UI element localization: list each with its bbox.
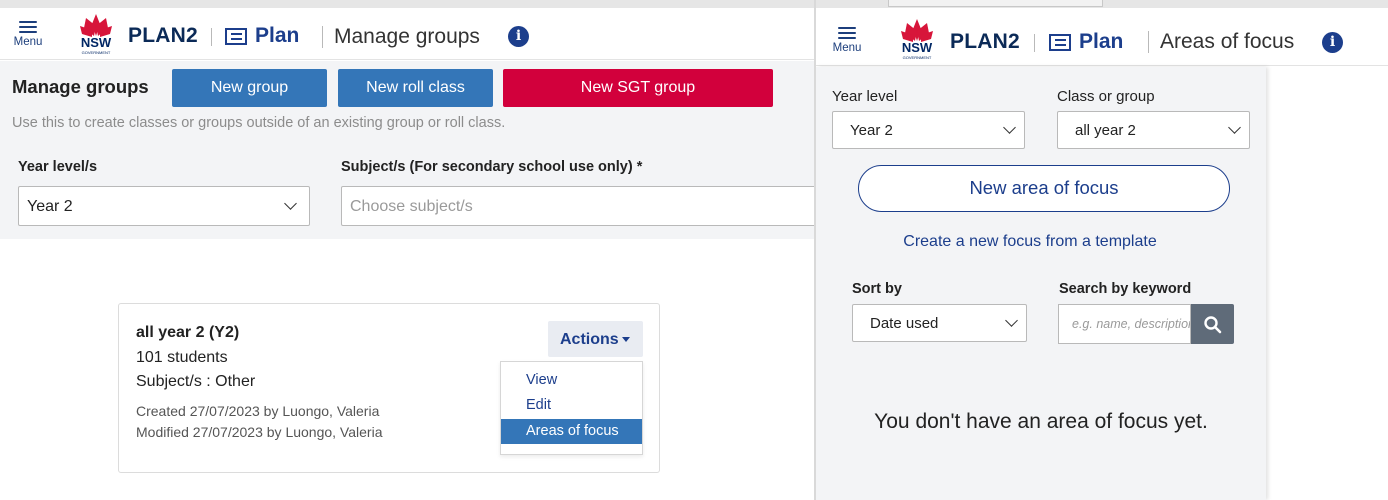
new-roll-class-button[interactable]: New roll class xyxy=(338,69,493,107)
divider xyxy=(322,26,323,48)
logo-sub: GOVERNMENT xyxy=(902,55,932,60)
menu-label: Menu xyxy=(832,42,862,54)
plan-icon xyxy=(1049,34,1071,51)
brand-title: PLAN2 xyxy=(128,24,198,47)
new-group-button[interactable]: New group xyxy=(172,69,327,107)
divider xyxy=(211,28,212,46)
year-select[interactable]: Year 2 xyxy=(18,186,310,226)
class-group-value: all year 2 xyxy=(1075,122,1136,139)
info-icon[interactable]: i xyxy=(508,26,529,47)
page-title: Manage groups xyxy=(334,25,480,48)
subject-select[interactable]: Choose subject/s xyxy=(341,186,814,226)
search-icon xyxy=(1204,316,1222,334)
class-group-select[interactable]: all year 2 xyxy=(1057,111,1250,149)
nsw-logo: NSW GOVERNMENT xyxy=(897,17,937,61)
empty-state-message: You don't have an area of focus yet. xyxy=(874,410,1208,433)
caret-down-icon xyxy=(622,337,630,342)
brand-title: PLAN2 xyxy=(950,30,1020,53)
sort-value: Date used xyxy=(870,315,939,332)
new-sgt-group-button[interactable]: New SGT group xyxy=(503,69,773,107)
divider xyxy=(1148,31,1149,53)
chevron-down-icon xyxy=(284,197,297,210)
template-link[interactable]: Create a new focus from a template xyxy=(816,233,1244,251)
menu-item-areas-of-focus[interactable]: Areas of focus xyxy=(501,419,642,444)
group-subjects: Subject/s : Other xyxy=(136,373,256,390)
search-label: Search by keyword xyxy=(1059,281,1192,297)
plan-icon xyxy=(225,28,247,45)
logo-sub: GOVERNMENT xyxy=(81,50,111,55)
class-group-label: Class or group xyxy=(1057,88,1155,105)
top-strip xyxy=(0,0,814,8)
sort-label: Sort by xyxy=(852,281,902,297)
search-input[interactable]: e.g. name, description xyxy=(1058,304,1191,344)
info-icon[interactable]: i xyxy=(1322,32,1343,53)
year-level-value: Year 2 xyxy=(850,122,893,139)
year-filter-label: Year level/s xyxy=(18,159,98,175)
divider xyxy=(1034,34,1035,52)
menu-label: Menu xyxy=(13,36,43,48)
subject-filter-label: Subject/s (For secondary school use only… xyxy=(341,159,643,175)
chevron-down-icon xyxy=(1003,121,1016,134)
year-level-select[interactable]: Year 2 xyxy=(832,111,1025,149)
plan-link[interactable]: Plan xyxy=(255,24,299,48)
menu-button[interactable]: Menu xyxy=(827,24,867,54)
menu-item-view-label: View xyxy=(526,372,558,388)
menu-item-edit[interactable]: Edit xyxy=(501,393,642,417)
right-pane: Menu NSW GOVERNMENT PLAN2 Plan Areas of … xyxy=(816,0,1388,500)
year-select-value: Year 2 xyxy=(27,198,73,215)
app-header: Menu NSW GOVERNMENT PLAN2 Plan Areas of … xyxy=(816,12,1388,66)
actions-button[interactable]: Actions xyxy=(548,321,643,357)
menu-item-view[interactable]: View xyxy=(501,368,642,392)
group-card: all year 2 (Y2) 101 students Subject/s :… xyxy=(118,303,660,473)
hamburger-icon xyxy=(19,21,37,33)
menu-item-edit-label: Edit xyxy=(526,397,551,413)
actions-label: Actions xyxy=(560,331,619,348)
year-level-label: Year level xyxy=(832,88,898,105)
page-title: Areas of focus xyxy=(1160,30,1295,53)
plan-link[interactable]: Plan xyxy=(1079,30,1123,54)
menu-item-areas-label: Areas of focus xyxy=(526,423,619,439)
group-title: all year 2 (Y2) xyxy=(136,324,240,341)
student-count: 101 students xyxy=(136,349,228,366)
logo-text: NSW xyxy=(80,35,112,50)
toolbar-title: Manage groups xyxy=(12,76,149,97)
toolbar-hint: Use this to create classes or groups out… xyxy=(12,115,506,131)
search-placeholder: e.g. name, description xyxy=(1072,317,1191,331)
left-pane: Menu NSW GOVERNMENT PLAN2 Plan Manage gr… xyxy=(0,0,814,500)
app-header: Menu NSW GOVERNMENT PLAN2 Plan Manage gr… xyxy=(0,8,814,60)
sort-select[interactable]: Date used xyxy=(852,304,1027,342)
hamburger-icon xyxy=(838,27,856,39)
focus-panel: Year level Year 2 Class or group all yea… xyxy=(816,67,1266,500)
nsw-logo: NSW GOVERNMENT xyxy=(76,12,116,56)
modified-info: Modified 27/07/2023 by Luongo, Valeria xyxy=(136,424,383,440)
subject-placeholder: Choose subject/s xyxy=(350,198,473,215)
chevron-down-icon xyxy=(1228,121,1241,134)
menu-button[interactable]: Menu xyxy=(8,18,48,48)
search-button[interactable] xyxy=(1191,304,1234,344)
new-area-of-focus-button[interactable]: New area of focus xyxy=(858,165,1230,212)
logo-text: NSW xyxy=(901,40,933,55)
url-bar-fragment xyxy=(888,0,1103,7)
chevron-down-icon xyxy=(1005,314,1018,327)
actions-menu: View Edit Areas of focus xyxy=(500,361,643,455)
created-info: Created 27/07/2023 by Luongo, Valeria xyxy=(136,403,380,419)
